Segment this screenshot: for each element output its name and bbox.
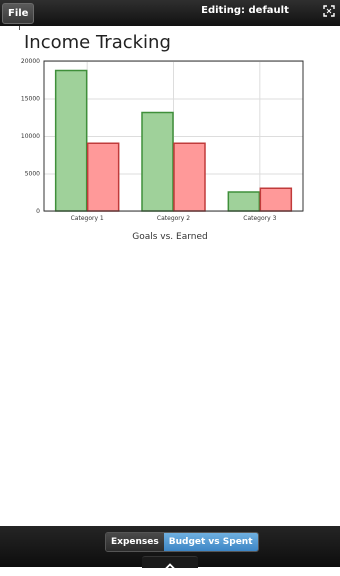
bottom-bar: Expenses Budget vs Spent	[0, 526, 340, 570]
y-tick-label: 15000	[21, 96, 40, 103]
y-tick-label: 10000	[21, 133, 40, 140]
x-tick-label: Category 2	[157, 215, 190, 222]
bar-series-2-category-2	[173, 142, 206, 212]
y-tick-label: 0	[36, 208, 40, 215]
tab-budget-vs-spent[interactable]: Budget vs Spent	[163, 533, 258, 551]
bottom-tab-group: Expenses Budget vs Spent	[105, 532, 259, 552]
tab-expenses[interactable]: Expenses	[106, 533, 164, 551]
fullscreen-icon[interactable]	[323, 5, 335, 17]
editing-label: Editing: default	[201, 5, 289, 16]
y-tick-label: 20000	[21, 58, 40, 65]
x-tick-label: Category 1	[71, 215, 104, 222]
chart-caption: Goals vs. Earned	[132, 232, 208, 242]
bar-series-2-category-3	[259, 187, 293, 212]
bar-series-1-category-3	[227, 191, 261, 212]
bar-series-1-category-2	[141, 111, 174, 212]
income-chart: 0 5000 10000 15000 20000 Category 1 Category 2…	[21, 58, 304, 222]
bar-series-1-category-1	[54, 69, 88, 212]
drawer-handle[interactable]	[142, 556, 198, 570]
top-bar: File Editing: default	[0, 0, 340, 26]
x-tick-label: Category 3	[243, 215, 276, 222]
file-button[interactable]: File	[2, 3, 35, 24]
y-tick-label: 5000	[25, 171, 40, 178]
bar-series-2-category-1	[86, 142, 120, 212]
main-content: Income Tracking 0 5000 10000 15000 20000 Cate…	[0, 26, 340, 526]
